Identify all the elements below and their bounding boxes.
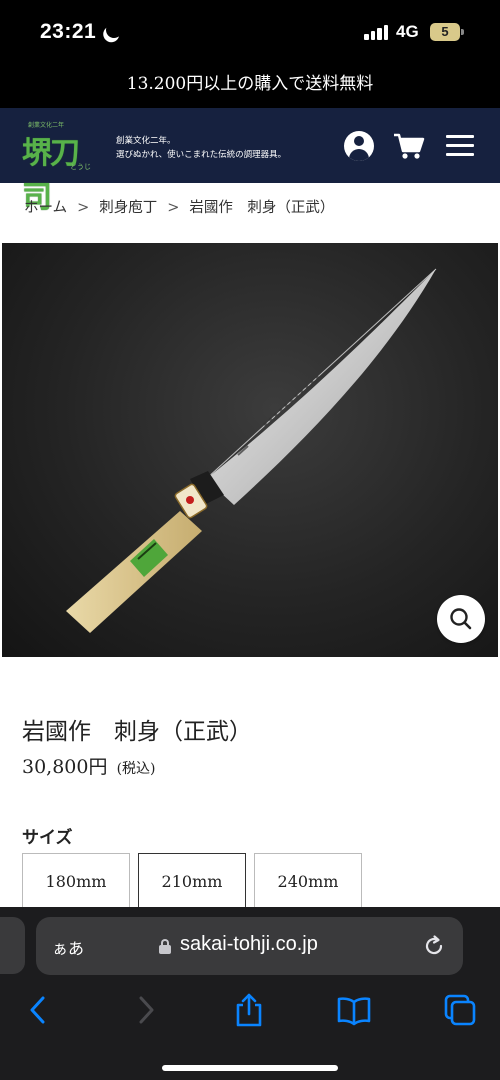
- status-bar: 23:21 4G 5: [0, 0, 500, 66]
- moon-icon: [104, 20, 125, 41]
- address-bar[interactable]: ぁあ sakai-tohji.co.jp: [36, 917, 463, 975]
- menu-icon[interactable]: [444, 129, 478, 163]
- product-title: 岩國作 刺身（正武）: [22, 719, 252, 745]
- size-label: サイズ: [22, 828, 73, 848]
- logo-kana: とうじ: [70, 163, 91, 171]
- knife-illustration: [66, 268, 437, 633]
- breadcrumb: ホーム > 刺身庖丁 > 岩國作 刺身（正武）: [24, 196, 334, 218]
- site-header: 創業文化二年 堺刀司 とうじ 創業文化二年。 選びぬかれ、使いこまれた伝統の調理…: [0, 108, 500, 215]
- status-time: 23:21: [40, 20, 97, 43]
- reload-icon[interactable]: [422, 934, 446, 958]
- product-price: 30,800円: [22, 756, 108, 778]
- battery-level: 5: [441, 24, 449, 39]
- breadcrumb-home[interactable]: ホーム: [24, 196, 67, 217]
- product-image[interactable]: [2, 243, 498, 657]
- forward-icon[interactable]: [128, 992, 164, 1028]
- home-indicator: [162, 1065, 338, 1071]
- size-option-180[interactable]: 180mm: [22, 853, 130, 911]
- breadcrumb-current: 岩國作 刺身（正武）: [189, 200, 335, 216]
- reader-aa-button[interactable]: ぁあ: [52, 935, 84, 959]
- zoom-button[interactable]: [437, 595, 485, 643]
- previous-tab[interactable]: [0, 917, 25, 974]
- screen: 23:21 4G 5 13.200円以上の購入で送料無料 創業文化二年 堺刀司 …: [0, 0, 500, 1080]
- price-row: 30,800円 (税込): [22, 752, 156, 779]
- tabs-icon[interactable]: [442, 992, 478, 1028]
- cart-icon[interactable]: [392, 129, 426, 163]
- tagline-line-1: 創業文化二年。: [116, 136, 176, 146]
- breadcrumb-separator: >: [167, 200, 180, 216]
- network-type: 4G: [396, 22, 419, 41]
- bookmarks-icon[interactable]: [336, 992, 372, 1028]
- user-icon[interactable]: [342, 129, 376, 163]
- battery-icon: 5: [430, 23, 464, 41]
- signal-icon: [364, 24, 390, 40]
- browser-chrome: ぁあ sakai-tohji.co.jp: [0, 907, 500, 1080]
- shipping-banner: 13.200円以上の購入で送料無料: [0, 66, 500, 108]
- tax-note: (税込): [116, 761, 156, 777]
- share-icon[interactable]: [231, 992, 267, 1028]
- breadcrumb-category[interactable]: 刺身庖丁: [99, 196, 157, 217]
- back-icon[interactable]: [20, 992, 56, 1028]
- size-option-240[interactable]: 240mm: [254, 853, 362, 911]
- lock-icon: [159, 939, 171, 954]
- tagline-line-2: 選びぬかれ、使いこまれた伝統の調理器具。: [116, 150, 287, 160]
- site-logo[interactable]: 創業文化二年 堺刀司 とうじ: [22, 120, 102, 215]
- header-tagline: 創業文化二年。 選びぬかれ、使いこまれた伝統の調理器具。: [116, 134, 286, 162]
- breadcrumb-separator: >: [77, 200, 90, 216]
- url-text[interactable]: sakai-tohji.co.jp: [180, 933, 318, 956]
- search-icon: [450, 608, 472, 630]
- size-option-210[interactable]: 210mm: [138, 853, 246, 911]
